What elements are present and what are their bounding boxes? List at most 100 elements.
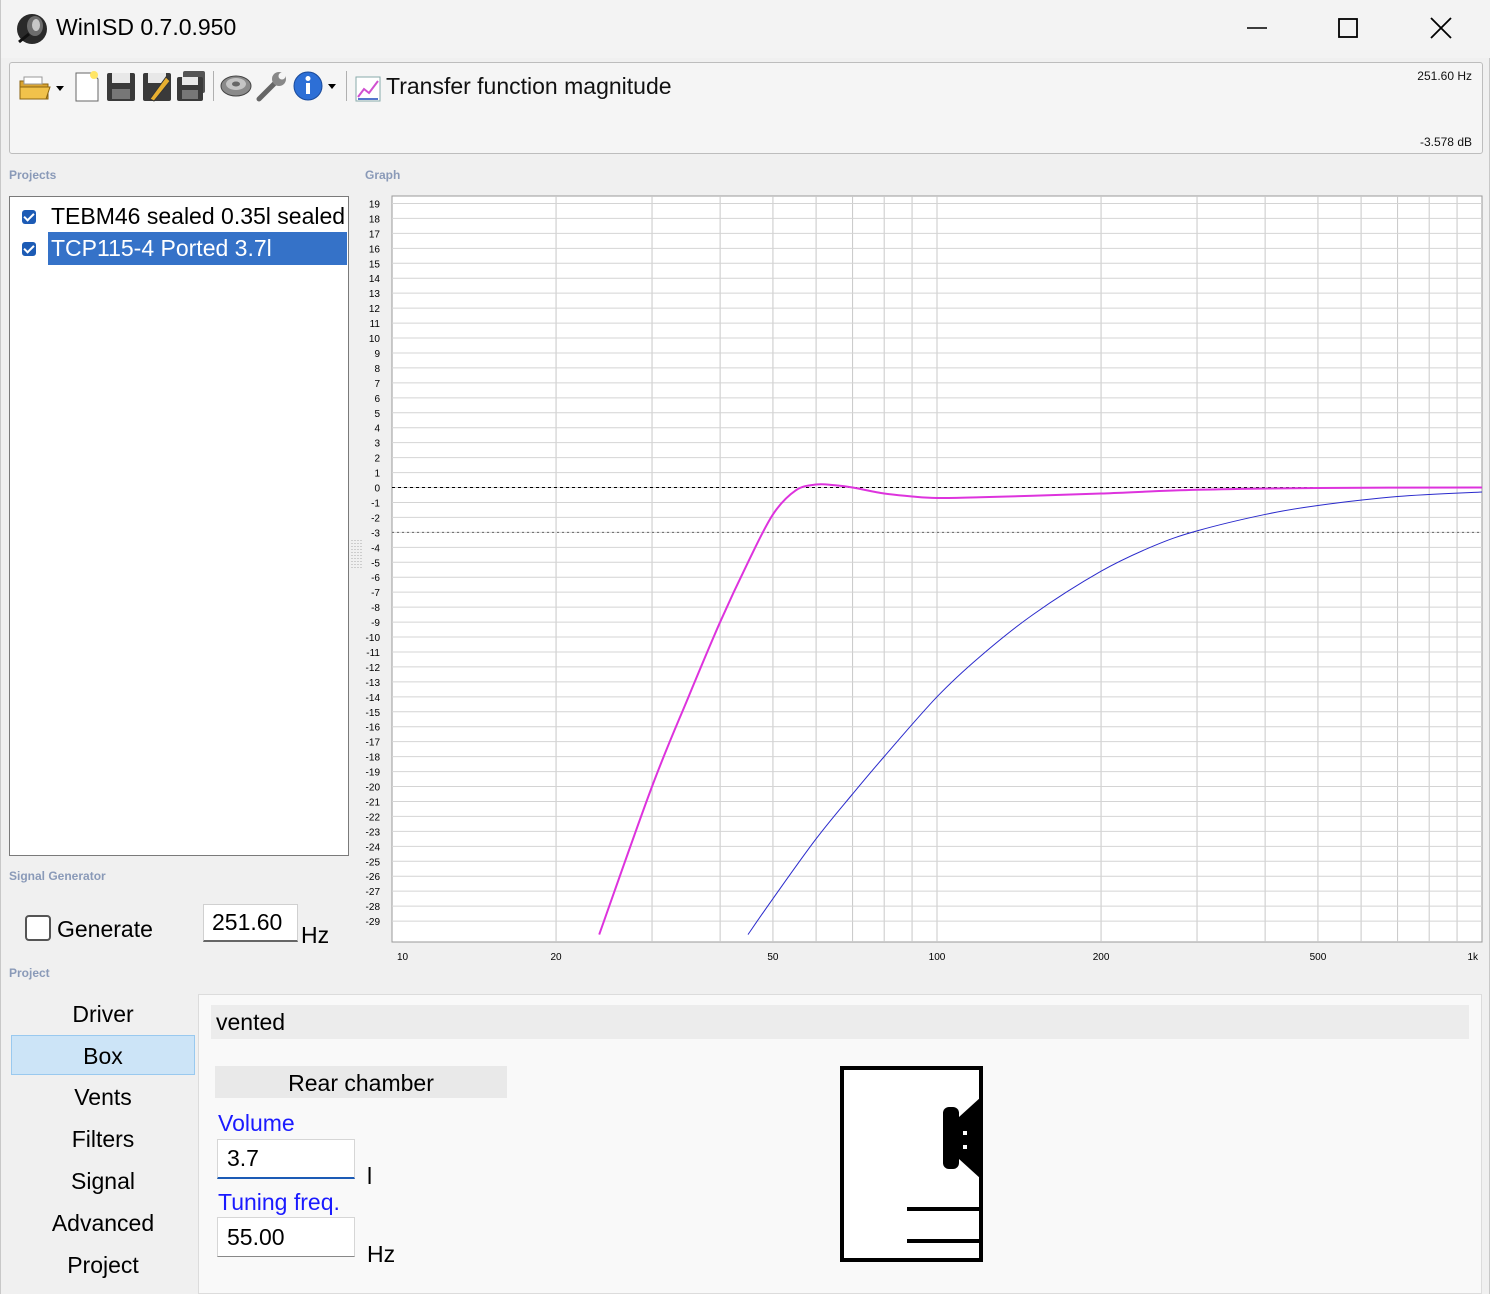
close-button[interactable] <box>1413 8 1469 48</box>
y-tick-label: -5 <box>371 558 380 569</box>
nav-item-advanced[interactable]: Advanced <box>11 1203 195 1243</box>
x-tick-label: 500 <box>1310 952 1327 962</box>
project-list[interactable]: TEBM46 sealed 0.35l sealed TCP115-4 Port… <box>9 196 349 856</box>
volume-input[interactable] <box>217 1139 355 1179</box>
minimize-button[interactable] <box>1229 8 1285 48</box>
volume-label: Volume <box>218 1110 295 1136</box>
generate-label[interactable]: Generate <box>57 916 153 943</box>
y-tick-label: 4 <box>374 424 380 435</box>
vented-box-diagram <box>840 1066 983 1262</box>
y-tick-label: -29 <box>366 917 381 928</box>
nav-item-signal[interactable]: Signal <box>11 1161 195 1201</box>
project-section-label: Project <box>9 966 50 980</box>
y-tick-label: -16 <box>366 723 381 734</box>
y-tick-label: -9 <box>371 618 380 629</box>
nav-item-project[interactable]: Project <box>11 1245 195 1285</box>
y-tick-label: -10 <box>366 633 381 644</box>
open-folder-icon[interactable] <box>18 69 68 103</box>
x-tick-label: 1k <box>1467 952 1479 962</box>
y-tick-label: -6 <box>371 573 380 584</box>
projects-section-label: Projects <box>9 168 57 182</box>
project-name[interactable]: TCP115-4 Ported 3.7l <box>48 232 347 265</box>
y-tick-label: -15 <box>366 708 381 719</box>
y-tick-label: -1 <box>371 498 380 509</box>
y-tick-label: -23 <box>366 827 381 838</box>
y-tick-label: 16 <box>369 244 381 255</box>
y-tick-label: 7 <box>374 379 380 390</box>
graph-type-label[interactable]: Transfer function magnitude <box>386 73 672 100</box>
x-tick-label: 10 <box>397 952 409 962</box>
x-axis-tick-labels: 10 20 50 100 200 500 1k <box>397 952 1479 962</box>
y-tick-label: 3 <box>374 439 380 450</box>
x-tick-label: 100 <box>929 952 946 962</box>
nav-item-driver[interactable]: Driver <box>11 994 195 1034</box>
y-tick-label: 2 <box>374 454 380 465</box>
generate-checkbox[interactable] <box>25 915 51 941</box>
graph-type-icon[interactable] <box>354 75 382 103</box>
window-title: WinISD 0.7.0.950 <box>56 14 237 40</box>
project-list-item[interactable]: TEBM46 sealed 0.35l sealed <box>10 200 348 233</box>
y-tick-label: -3 <box>371 528 380 539</box>
y-tick-label: 5 <box>374 409 380 420</box>
y-axis-tick-labels: 191817161514131211109876543210-1-2-3-4-5… <box>366 199 381 928</box>
y-tick-label: 9 <box>374 349 380 360</box>
graph-section-label: Graph <box>365 168 401 182</box>
tuning-frequency-unit: Hz <box>367 1241 396 1267</box>
project-list-item-selected[interactable]: TCP115-4 Ported 3.7l <box>10 232 348 265</box>
x-tick-label: 50 <box>767 952 779 962</box>
nav-item-box[interactable]: Box <box>11 1035 195 1075</box>
y-tick-label: -27 <box>366 887 381 898</box>
info-icon[interactable] <box>292 69 342 103</box>
y-tick-label: -4 <box>371 543 380 554</box>
nav-item-filters[interactable]: Filters <box>11 1119 195 1159</box>
transfer-function-graph[interactable]: 191817161514131211109876543210-1-2-3-4-5… <box>351 190 1485 962</box>
y-tick-label: 1 <box>374 469 380 480</box>
cursor-db-readout: -3.578 dB <box>1419 135 1472 149</box>
new-file-icon[interactable] <box>70 69 104 103</box>
save-as-icon[interactable] <box>140 69 174 103</box>
toolbar-separator <box>346 71 347 101</box>
y-tick-label: -7 <box>371 588 380 599</box>
y-tick-label: -22 <box>366 812 381 823</box>
y-tick-label: 11 <box>370 319 381 330</box>
speaker-driver-icon[interactable] <box>219 69 253 103</box>
generator-frequency-input[interactable] <box>203 904 298 942</box>
y-tick-label: 13 <box>369 289 381 300</box>
splitter-grip-icon[interactable] <box>351 540 362 570</box>
y-tick-label: -11 <box>366 648 380 659</box>
cursor-frequency-readout: 251.60 Hz <box>1417 69 1472 83</box>
y-tick-label: 17 <box>369 229 381 240</box>
y-tick-label: 8 <box>374 364 380 375</box>
y-tick-label: -2 <box>371 513 380 524</box>
y-tick-label: -20 <box>366 783 381 794</box>
project-visibility-checkbox[interactable] <box>22 242 36 256</box>
rear-chamber-header: Rear chamber <box>215 1066 507 1098</box>
y-tick-label: 19 <box>369 199 381 210</box>
y-tick-label: -25 <box>366 857 381 868</box>
wrench-icon[interactable] <box>255 69 289 103</box>
nav-item-vents[interactable]: Vents <box>11 1077 195 1117</box>
box-settings-panel: vented Rear chamber Volume l Tuning freq… <box>198 994 1482 1294</box>
box-type-selector[interactable]: vented <box>211 1005 1469 1039</box>
y-tick-label: 6 <box>374 394 380 405</box>
app-logo-icon <box>17 14 47 44</box>
tuning-frequency-input[interactable] <box>217 1217 355 1257</box>
save-icon[interactable] <box>104 69 138 103</box>
y-tick-label: 0 <box>374 484 380 495</box>
y-tick-label: -17 <box>366 738 381 749</box>
project-name[interactable]: TEBM46 sealed 0.35l sealed <box>48 200 348 233</box>
y-tick-label: -14 <box>366 693 381 704</box>
y-tick-label: 10 <box>369 334 381 345</box>
y-tick-label: -13 <box>366 678 381 689</box>
y-tick-label: 12 <box>369 304 381 315</box>
project-visibility-checkbox[interactable] <box>22 210 36 224</box>
y-tick-label: -12 <box>366 663 381 674</box>
tuning-frequency-label: Tuning freq. <box>218 1189 340 1215</box>
save-all-icon[interactable] <box>174 69 208 103</box>
maximize-button[interactable] <box>1320 8 1376 48</box>
volume-unit: l <box>367 1163 373 1189</box>
toolbar-separator <box>213 71 214 101</box>
maximize-icon <box>1338 18 1358 38</box>
y-tick-label: -18 <box>366 753 381 764</box>
y-tick-label: -19 <box>366 768 381 779</box>
